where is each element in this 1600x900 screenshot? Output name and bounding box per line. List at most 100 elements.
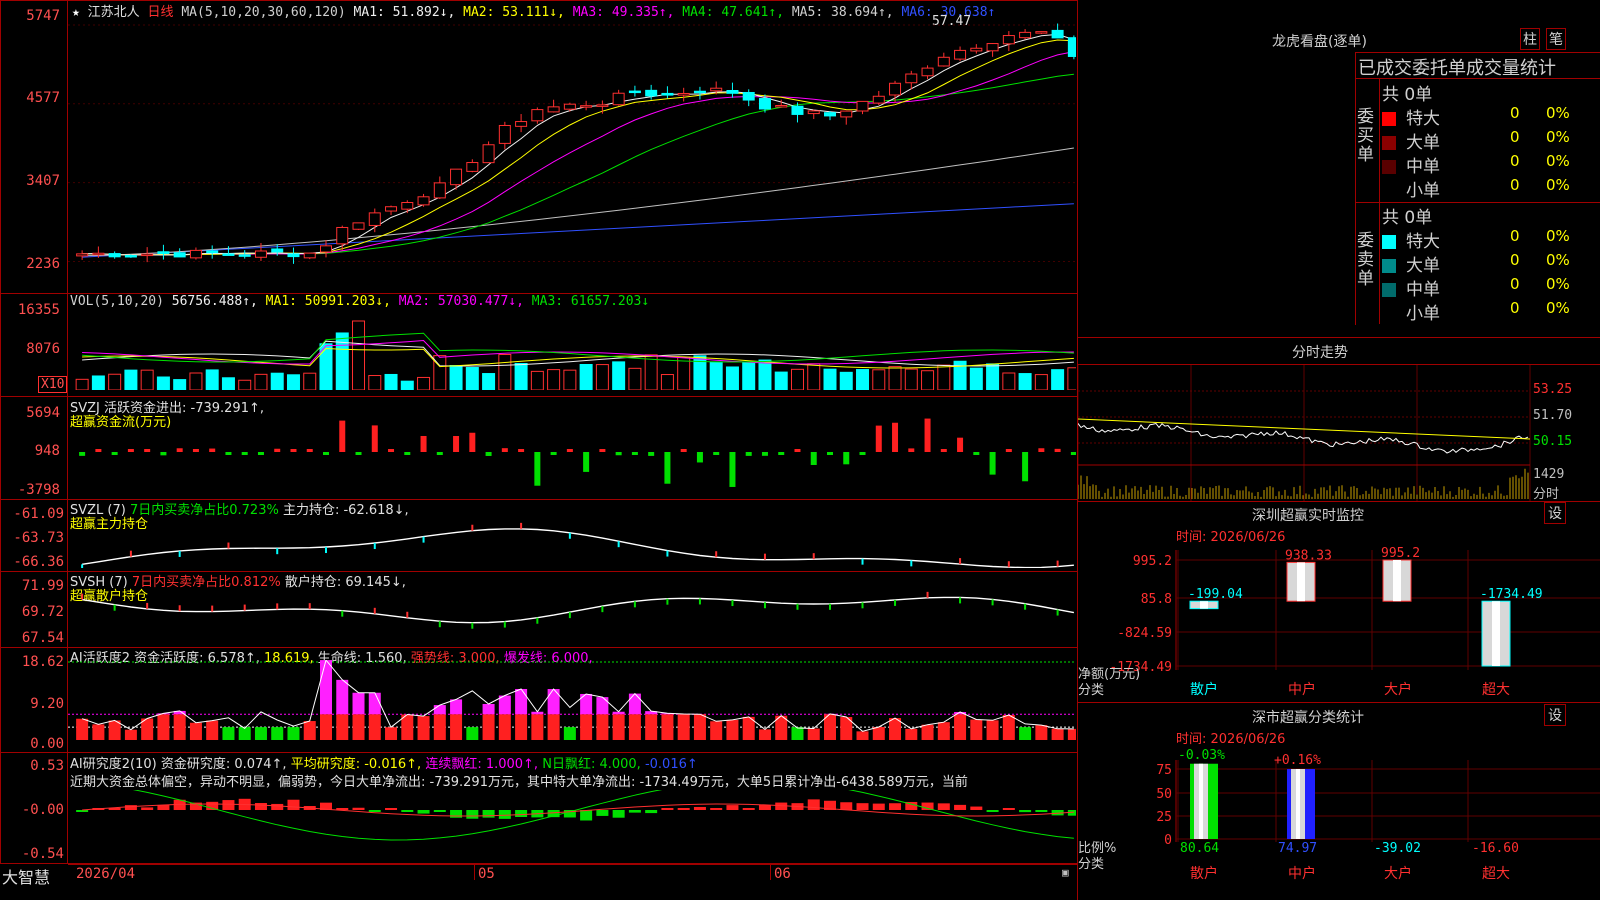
lock-icon[interactable]: ▣ — [1062, 866, 1069, 879]
candle-body — [76, 253, 89, 257]
candle-body — [872, 95, 885, 104]
candle-body — [466, 162, 479, 172]
x-axis-tick — [770, 864, 771, 880]
row-count: 0 — [1510, 251, 1520, 269]
fund-flow-bar — [176, 448, 183, 452]
research-bar — [157, 804, 170, 810]
candle-body — [775, 105, 788, 108]
research-bar — [368, 810, 381, 812]
dragon-bottom-line — [1078, 337, 1600, 338]
row-percent: 0% — [1546, 104, 1570, 122]
fund-flow-bar — [290, 449, 297, 452]
volume-bar — [1051, 369, 1065, 390]
bar-value-label: 995.2 — [1381, 546, 1420, 561]
activity-bar — [206, 720, 219, 740]
volume-bar — [91, 375, 105, 390]
candle-body — [1002, 35, 1015, 45]
svsh-chart[interactable] — [68, 586, 1076, 644]
y-tick-label: 50 — [1156, 787, 1172, 802]
fund-flow-bar — [371, 425, 378, 452]
ai-activity-chart[interactable] — [68, 660, 1076, 748]
activity-bar — [1067, 728, 1076, 740]
volume-bar — [352, 320, 366, 390]
category-label: 超大 — [1482, 682, 1510, 698]
fund-flow-bar — [1054, 448, 1061, 452]
research-bar — [840, 802, 853, 810]
svzj-chart[interactable] — [68, 410, 1076, 496]
candle-body — [515, 121, 528, 127]
svzl-chart[interactable] — [68, 512, 1076, 568]
volume-bar — [758, 359, 772, 390]
bar-mode-button[interactable]: 柱 — [1520, 28, 1540, 50]
ai-research-chart[interactable] — [68, 790, 1076, 860]
activity-bar — [271, 727, 284, 740]
research-bar — [726, 805, 739, 810]
volume-bar — [904, 368, 918, 390]
bar-value-label: 938.33 — [1285, 548, 1332, 563]
volume-bar — [156, 376, 170, 390]
activity-bar — [710, 721, 723, 740]
ma-line — [82, 203, 1074, 258]
research-bar — [596, 810, 609, 816]
activity-bar — [645, 714, 658, 740]
candle-body — [807, 110, 820, 115]
activity-bar — [986, 720, 999, 740]
buy-row: 中单 0 0% — [1382, 152, 1600, 177]
row-percent: 0% — [1546, 227, 1570, 245]
fund-flow-bar — [1038, 448, 1045, 452]
research-bar — [807, 799, 820, 810]
research-bar — [515, 810, 528, 817]
x-axis-label: 06 — [774, 866, 791, 882]
candle-body — [742, 91, 755, 101]
volume-bar — [839, 371, 853, 390]
candlestick-chart[interactable] — [68, 18, 1076, 274]
research-bar — [612, 810, 625, 818]
fund-flow-bar — [339, 420, 346, 452]
research-bar — [287, 799, 300, 810]
research-bar — [661, 808, 674, 810]
tick-mode-button[interactable]: 笔 — [1546, 28, 1566, 50]
classify-title: 深市超赢分类统计 — [1252, 710, 1364, 726]
volume-bar — [205, 369, 219, 390]
monitor-bar-highlight — [1297, 562, 1305, 602]
fund-flow-bar — [518, 449, 525, 452]
monitor-bar-chart[interactable]: 995.2 85.8 -824.59 -1734.49 -199.04 938.33 995… — [1078, 540, 1600, 702]
sell-row: 大单 0 0% — [1382, 251, 1600, 276]
candle-body — [905, 73, 918, 84]
classify-bar-chart[interactable]: 75 50 25 0 -0.03% +0.16% 80.64 散户 74.97 中户 -39.02 大… — [1078, 742, 1600, 900]
candle-body — [417, 196, 430, 206]
ai1-y-tick: 18.62 — [21, 654, 64, 670]
activity-bar — [1019, 727, 1032, 740]
fund-flow-bar — [274, 448, 281, 452]
volume-bar — [807, 363, 821, 390]
candle-body — [92, 252, 105, 256]
monitor-bar-highlight — [1393, 560, 1401, 602]
row-label: 小单 — [1406, 181, 1440, 201]
monitor-settings-button[interactable]: 设 — [1544, 502, 1566, 524]
research-bar — [970, 806, 983, 810]
intraday-chart[interactable] — [1078, 365, 1600, 501]
color-swatch — [1382, 136, 1396, 150]
volume-bar — [270, 372, 284, 390]
classify-settings-button[interactable]: 设 — [1544, 704, 1566, 726]
volume-chart[interactable] — [68, 306, 1076, 390]
volume-bar — [742, 361, 756, 390]
research-bar — [986, 810, 999, 812]
fund-flow-bar — [127, 449, 134, 452]
candle-body — [856, 100, 869, 112]
monitor-bottom-line — [1078, 702, 1600, 703]
category-label: 中户 — [1288, 681, 1316, 698]
ai1-y-tick: 9.20 — [30, 696, 64, 712]
volume-bar — [872, 369, 886, 390]
research-bar — [693, 806, 706, 810]
research-bar — [352, 807, 365, 810]
activity-bar — [92, 724, 105, 740]
activity-bar — [287, 727, 300, 740]
fund-flow-bar — [940, 449, 947, 452]
research-bar — [1035, 810, 1048, 812]
ai2-research: AI研究度2(10) 资金研究度: 0.074↑, — [70, 757, 287, 772]
activity-bar — [612, 714, 625, 740]
activity-bar-top — [336, 679, 349, 715]
fund-flow-bar — [696, 452, 703, 463]
volume-bar — [986, 363, 1000, 390]
